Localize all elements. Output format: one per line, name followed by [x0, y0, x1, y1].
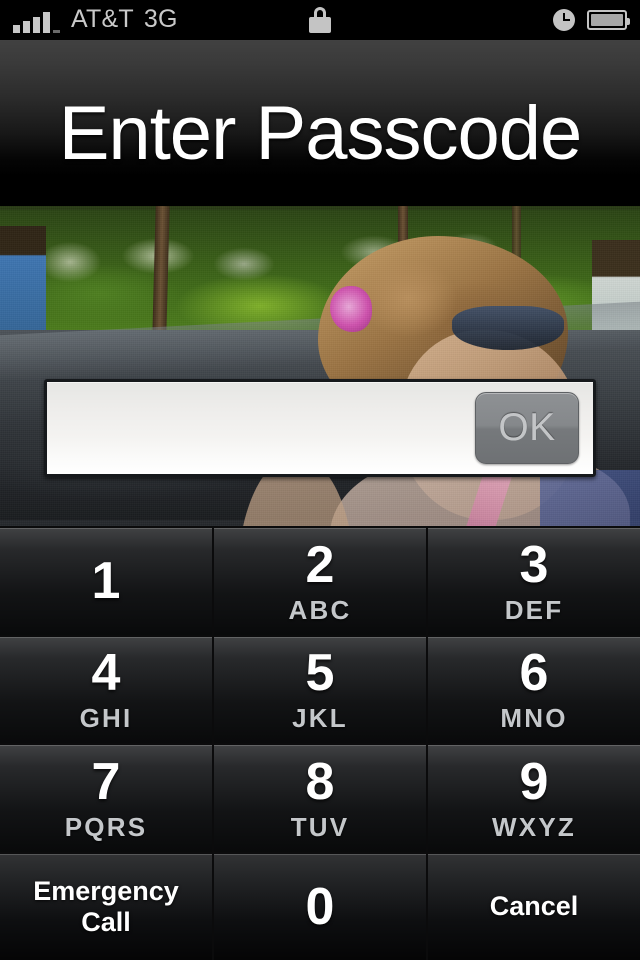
key-letters: ABC	[288, 594, 352, 625]
key-number: 7	[91, 752, 121, 811]
status-bar: AT&T 3G	[0, 0, 640, 40]
keypad-key-6[interactable]: 6 MNO	[428, 636, 640, 743]
network-type-label: 3G	[143, 5, 178, 33]
key-letters: JKL	[292, 703, 348, 734]
lock-shackle	[314, 7, 326, 19]
emergency-call-line2: Call	[81, 906, 131, 937]
key-number: 2	[305, 535, 335, 594]
cancel-button[interactable]: Cancel	[428, 853, 640, 960]
signal-bar-empty	[53, 30, 60, 33]
page-title: Enter Passcode	[58, 91, 583, 176]
signal-bar	[23, 21, 30, 33]
key-letters: TUV	[290, 811, 350, 842]
key-letters: MNO	[500, 703, 568, 734]
key-number: 3	[519, 535, 549, 594]
key-number: 5	[305, 644, 335, 703]
keypad-key-2[interactable]: 2 ABC	[214, 528, 426, 635]
key-number: 9	[519, 752, 549, 811]
keypad-key-0[interactable]: 0	[214, 853, 426, 960]
ok-button[interactable]: OK	[475, 392, 579, 464]
passcode-input[interactable]: OK	[44, 379, 596, 477]
signal-bar	[13, 25, 20, 33]
key-letters: DEF	[504, 594, 564, 625]
key-number: 0	[305, 877, 335, 936]
lock-screen: AT&T 3G Enter Passcode OK 1 2 ABC 3 DEF …	[0, 0, 640, 960]
keypad-key-8[interactable]: 8 TUV	[214, 745, 426, 852]
signal-strength-icon	[13, 11, 60, 33]
key-number: 1	[91, 552, 121, 611]
cancel-label: Cancel	[489, 891, 579, 922]
keypad-key-4[interactable]: 4 GHI	[0, 636, 212, 743]
signal-bar	[33, 17, 40, 33]
keypad-key-7[interactable]: 7 PQRS	[0, 745, 212, 852]
lock-icon	[309, 7, 331, 33]
battery-fill	[591, 14, 623, 26]
keypad-key-3[interactable]: 3 DEF	[428, 528, 640, 635]
keypad-key-1[interactable]: 1	[0, 528, 212, 635]
key-number: 4	[91, 644, 121, 703]
passcode-field-container: OK	[44, 379, 596, 477]
header-bar: Enter Passcode	[0, 40, 640, 206]
battery-icon	[587, 10, 630, 30]
key-number: 8	[305, 752, 335, 811]
status-bar-right	[553, 0, 630, 40]
status-bar-left: AT&T 3G	[0, 7, 178, 33]
keypad-key-9[interactable]: 9 WXYZ	[428, 745, 640, 852]
lock-body	[309, 17, 331, 33]
key-letters: WXYZ	[492, 811, 576, 842]
passcode-keypad: 1 2 ABC 3 DEF 4 GHI 5 JKL 6 MNO 7 PQRS 8…	[0, 526, 640, 960]
keypad-key-5[interactable]: 5 JKL	[214, 636, 426, 743]
key-letters: GHI	[79, 703, 133, 734]
clock-icon	[553, 9, 575, 31]
signal-bar	[43, 12, 50, 33]
carrier-label: AT&T	[71, 5, 134, 33]
key-number: 6	[519, 644, 549, 703]
emergency-call-line1: Emergency	[33, 875, 179, 906]
key-letters: PQRS	[64, 811, 148, 842]
emergency-call-button[interactable]: Emergency Call	[0, 853, 212, 960]
